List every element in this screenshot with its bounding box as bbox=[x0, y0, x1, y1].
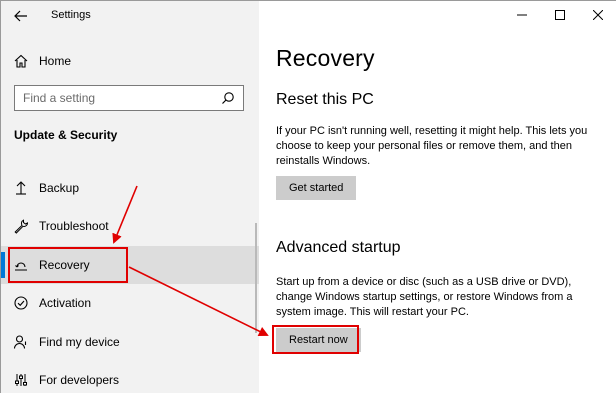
sidebar-item-label: Home bbox=[39, 54, 72, 68]
get-started-button[interactable]: Get started bbox=[276, 176, 357, 200]
sidebar-item-activation[interactable]: Activation bbox=[1, 284, 259, 322]
sidebar-item-label: Activation bbox=[39, 296, 92, 310]
home-icon bbox=[14, 54, 28, 68]
sidebar: Settings Home Update & Security Backup bbox=[1, 1, 259, 393]
search-icon[interactable] bbox=[221, 91, 235, 105]
section-title: Update & Security bbox=[14, 128, 118, 142]
close-button[interactable] bbox=[579, 1, 616, 29]
back-arrow-icon bbox=[14, 10, 27, 22]
sidebar-item-label: Find my device bbox=[39, 335, 120, 349]
search-input[interactable] bbox=[15, 86, 215, 110]
annotation-box-restart-now bbox=[272, 325, 359, 354]
advanced-startup-heading: Advanced startup bbox=[276, 239, 401, 256]
sidebar-item-label: For developers bbox=[39, 373, 120, 387]
selection-indicator bbox=[1, 252, 5, 278]
maximize-button[interactable] bbox=[541, 1, 579, 29]
close-icon bbox=[593, 10, 603, 20]
sidebar-item-backup[interactable]: Backup bbox=[1, 169, 259, 207]
sidebar-item-for-developers[interactable]: For developers bbox=[1, 361, 259, 393]
sidebar-item-home[interactable]: Home bbox=[1, 49, 259, 73]
advanced-startup-description: Start up from a device or disc (such as … bbox=[276, 276, 573, 318]
activation-check-icon bbox=[14, 296, 28, 310]
sidebar-item-troubleshoot[interactable]: Troubleshoot bbox=[1, 207, 259, 245]
reset-heading: Reset this PC bbox=[276, 91, 374, 108]
search-field[interactable] bbox=[14, 85, 244, 111]
back-button[interactable] bbox=[7, 5, 35, 27]
sidebar-item-label: Troubleshoot bbox=[39, 219, 109, 233]
wrench-icon bbox=[14, 219, 29, 234]
annotation-box-recovery bbox=[8, 247, 128, 283]
person-location-icon bbox=[13, 335, 27, 349]
app-title: Settings bbox=[51, 9, 91, 21]
maximize-icon bbox=[555, 10, 565, 20]
sidebar-scrollbar[interactable] bbox=[255, 223, 257, 333]
minimize-button[interactable] bbox=[503, 1, 541, 29]
page-title: Recovery bbox=[276, 45, 375, 71]
backup-arrow-icon bbox=[16, 181, 26, 195]
settings-window: Settings Home Update & Security Backup bbox=[0, 0, 616, 393]
sidebar-item-label: Backup bbox=[39, 181, 80, 195]
window-controls bbox=[503, 1, 616, 31]
developer-sliders-icon bbox=[15, 374, 27, 386]
minimize-icon bbox=[517, 14, 527, 16]
sidebar-item-find-my-device[interactable]: Find my device bbox=[1, 323, 259, 361]
title-bar-left: Settings bbox=[1, 1, 259, 31]
reset-description: If your PC isn't running well, resetting… bbox=[276, 125, 588, 167]
